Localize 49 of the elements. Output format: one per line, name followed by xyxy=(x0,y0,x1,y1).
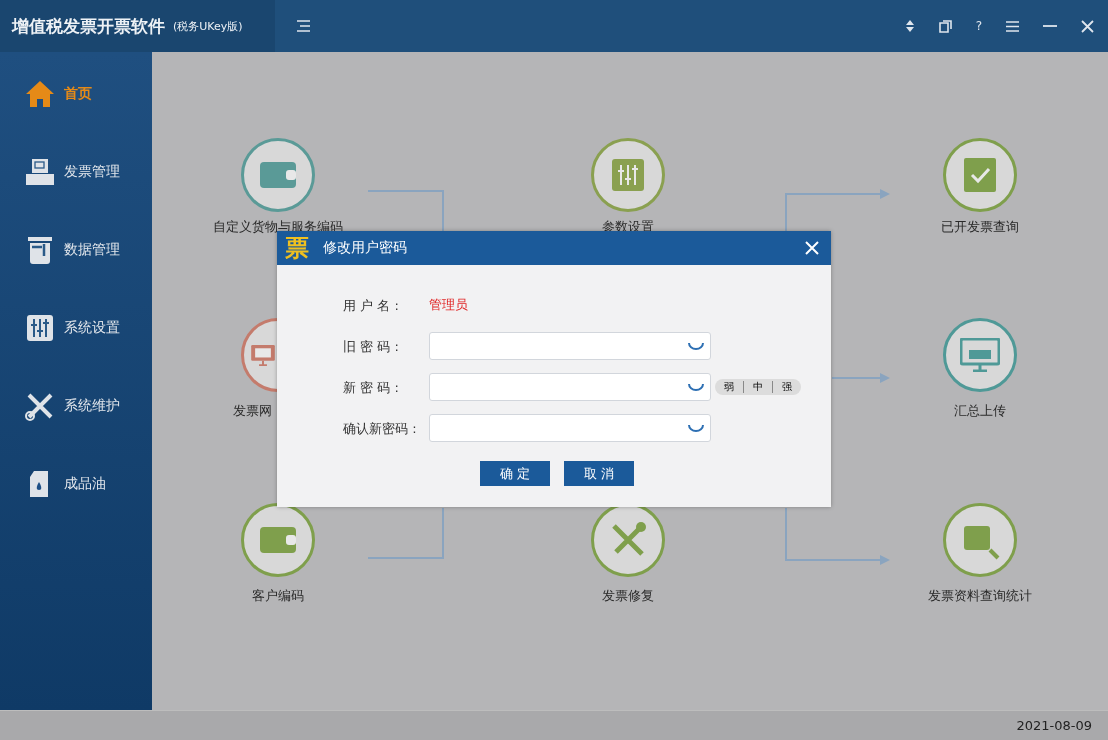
cabinet-icon xyxy=(26,234,54,265)
connector-arrow xyxy=(831,373,890,383)
node-label: 发票修复 xyxy=(602,587,654,605)
printer-icon xyxy=(25,157,55,186)
help-button[interactable]: ? xyxy=(975,19,982,33)
field-label: 确认新密码 : xyxy=(343,419,418,437)
sidebar-item[interactable]: 成品油 xyxy=(0,464,152,503)
app-logo: 票 xyxy=(285,235,309,261)
checked-document-icon xyxy=(964,158,996,192)
app-title: 增值税发票开票软件 xyxy=(12,14,165,38)
curve-icon[interactable] xyxy=(688,424,704,432)
monitor-icon xyxy=(251,344,275,366)
password-field[interactable] xyxy=(429,414,711,442)
node-label: 发票资料查询统计 xyxy=(928,587,1032,605)
strength-level: 弱 xyxy=(723,381,735,393)
user-name: 管理员 xyxy=(429,296,468,314)
dialog-button[interactable]: 确 定 xyxy=(480,461,550,486)
restore-icon[interactable] xyxy=(938,19,952,33)
strength-level: 强 xyxy=(772,381,801,393)
node-label: 已开发票查询 xyxy=(941,218,1019,236)
field-label: 用 户 名 : xyxy=(343,296,400,314)
sidebar-item[interactable]: 数据管理 xyxy=(0,230,152,269)
sort-icon[interactable] xyxy=(904,19,915,33)
app-subtitle: (税务UKey版) xyxy=(173,18,243,34)
sidebar-item[interactable]: 系统设置 xyxy=(0,308,152,347)
menu-icon[interactable] xyxy=(297,20,310,32)
menu-icon[interactable] xyxy=(1006,20,1019,32)
strength-level: 中 xyxy=(743,381,772,393)
house-icon xyxy=(25,79,55,108)
sliders-icon xyxy=(26,313,54,342)
close-icon[interactable] xyxy=(1081,19,1094,33)
node-label: 发票网 xyxy=(233,402,272,420)
wallet-icon xyxy=(260,527,296,553)
sliders-icon xyxy=(612,159,644,191)
wallet-icon xyxy=(260,162,296,188)
curve-icon[interactable] xyxy=(688,342,704,350)
password-field[interactable] xyxy=(429,332,711,360)
node-label: 客户编码 xyxy=(252,587,304,605)
sidebar-item[interactable]: 系统维护 xyxy=(0,386,152,425)
curve-icon[interactable] xyxy=(688,383,704,391)
dialog-title: 修改用户密码 xyxy=(323,239,407,257)
dialog-button[interactable]: 取 消 xyxy=(564,461,634,486)
sidebar-item[interactable]: 发票管理 xyxy=(0,152,152,191)
field-label: 新 密 码 : xyxy=(343,378,400,396)
password-field[interactable] xyxy=(429,373,711,401)
monitor-icon xyxy=(960,338,1000,372)
status-date: 2021-08-09 xyxy=(1016,718,1092,733)
field-label: 旧 密 码 : xyxy=(343,337,400,355)
node-label: 汇总上传 xyxy=(954,402,1006,420)
